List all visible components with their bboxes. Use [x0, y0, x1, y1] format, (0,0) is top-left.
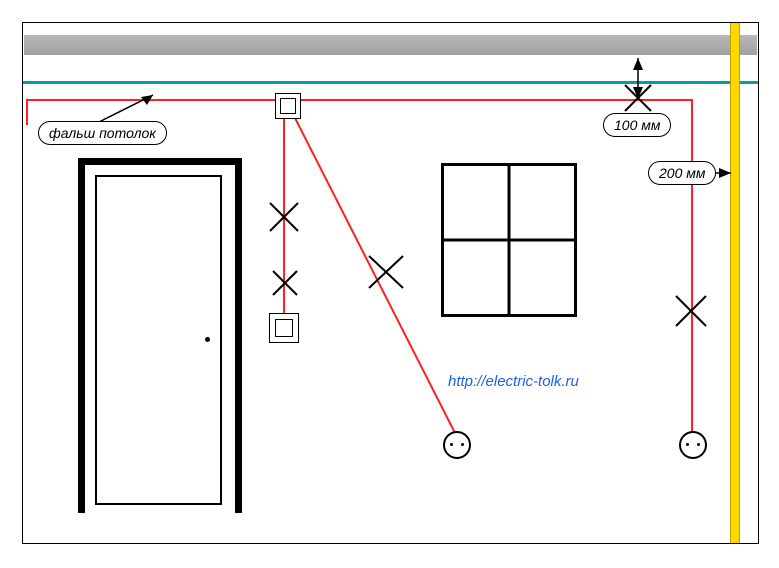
vertical-pipe [730, 23, 740, 543]
wire-diagonal [295, 118, 455, 433]
cross-mark [369, 256, 403, 288]
junction-box [275, 93, 301, 119]
cross-mark [273, 271, 297, 295]
wire-left-drop [26, 99, 28, 125]
socket-center [443, 431, 471, 459]
dim-200-label: 200 мм [648, 161, 716, 185]
false-ceiling-line [23, 81, 758, 84]
arrowhead-icon [633, 87, 643, 99]
socket-right [679, 431, 707, 459]
dim-100-label: 100 мм [603, 113, 671, 137]
wall-switch [269, 313, 299, 343]
ceiling-slab [24, 35, 757, 55]
diagram-frame: фальш потолок 100 мм 200 мм http://elect… [22, 22, 759, 544]
false-ceiling-label: фальш потолок [38, 121, 167, 145]
wire-jbox-to-switch [283, 118, 285, 318]
wire-right-drop [691, 99, 693, 435]
window [441, 163, 577, 317]
door-handle-icon [205, 337, 210, 342]
arrowhead-icon [633, 58, 643, 70]
wire-horizontal-main [26, 99, 691, 101]
url-text: http://electric-tolk.ru [448, 373, 579, 390]
door-panel [95, 175, 222, 505]
cross-mark [625, 85, 651, 111]
